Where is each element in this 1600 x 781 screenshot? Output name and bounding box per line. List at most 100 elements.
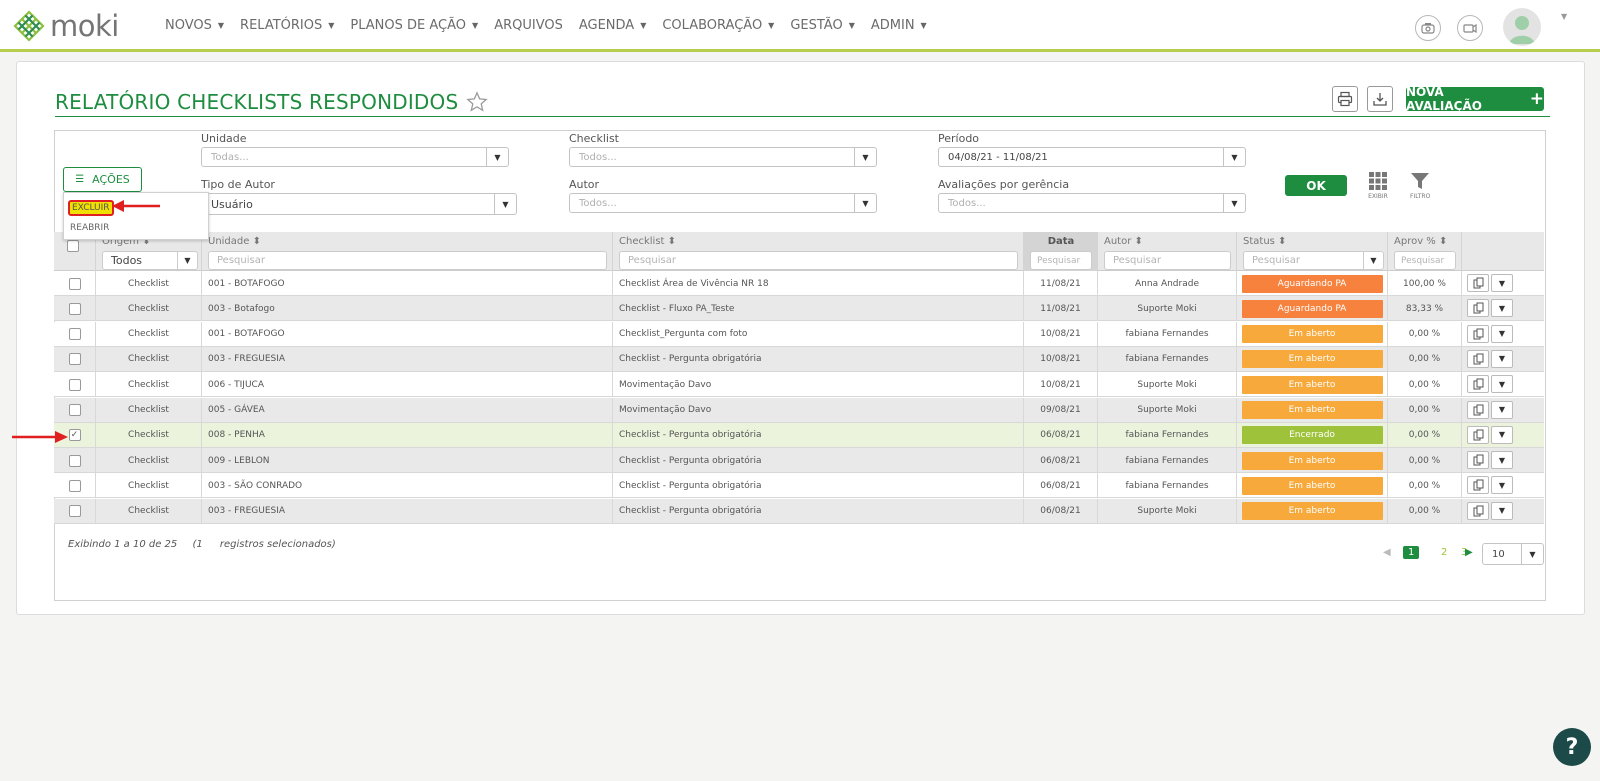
row-checkbox[interactable] [68,302,81,315]
row-menu-button[interactable]: ▼ [1491,425,1513,444]
row-menu-button[interactable]: ▼ [1491,400,1513,419]
print-button[interactable] [1332,86,1358,112]
star-icon[interactable] [466,91,489,113]
row-menu-button[interactable]: ▼ [1491,349,1513,368]
row-copy-button[interactable] [1467,425,1489,444]
row-checkbox[interactable]: ✓ [68,429,81,442]
row-menu-button[interactable]: ▼ [1491,274,1513,292]
status-cell: Em aberto [1237,473,1388,499]
unidade-filter-select[interactable]: Todas... ▼ [201,147,509,167]
row-actions-cell: ▼ [1462,398,1544,423]
table-row[interactable]: Checklist 009 - LEBLON Checklist - Pergunt… [54,448,1544,474]
checklist-filter-select[interactable]: Todos... ▼ [569,147,877,167]
prev-page-icon[interactable]: ◀ [1383,547,1391,558]
row-checkbox[interactable] [68,277,81,290]
autor-search-input[interactable]: Pesquisar [1104,251,1231,270]
row-copy-button[interactable] [1467,400,1489,419]
row-checkbox[interactable] [68,328,81,341]
user-avatar[interactable] [1503,8,1541,46]
checklist-search-input[interactable]: Pesquisar [619,251,1018,270]
nav-item-2[interactable]: PLANOS DE AÇÃO ▼ [350,18,478,33]
nav-item-7[interactable]: ADMIN ▼ [871,18,927,33]
nav-item-1[interactable]: RELATÓRIOS ▼ [240,18,334,33]
table-row[interactable]: Checklist 003 - Botafogo Checklist - Fluxo… [54,296,1544,322]
moki-logo[interactable]: moki [12,8,119,44]
row-copy-button[interactable] [1467,476,1489,495]
table-row[interactable]: Checklist 005 - GÁVEA Movimentação Davo 09/… [54,397,1544,423]
data-search-input[interactable]: Pesquisar [1030,251,1092,270]
nav-item-6[interactable]: GESTÃO ▼ [790,18,855,33]
nav-item-4[interactable]: AGENDA ▼ [579,18,647,33]
nav-item-5[interactable]: COLABORAÇÃO ▼ [662,18,774,33]
table-row[interactable]: Checklist 003 - SÃO CONRADO Checklist - Pe… [54,473,1544,499]
select-all-checkbox[interactable] [67,240,79,252]
status-header-label[interactable]: Status ⬍ [1243,236,1286,247]
user-menu-caret-icon[interactable]: ▼ [1561,12,1567,21]
nav-item-0[interactable]: NOVOS ▼ [165,18,224,33]
ok-button[interactable]: OK [1285,175,1347,196]
nova-avaliacao-button[interactable]: NOVA AVALIAÇÃO + [1406,85,1544,113]
reabrir-menu-item[interactable]: REABRIR [70,223,109,233]
row-menu-button[interactable]: ▼ [1491,299,1513,318]
row-checkbox[interactable] [68,505,81,518]
row-menu-button[interactable]: ▼ [1491,501,1513,520]
acoes-button[interactable]: ☰ AÇÕES [63,167,142,192]
row-checkbox[interactable] [68,479,81,492]
tipo-autor-filter-select[interactable]: Usuário ▼ [201,193,517,215]
row-copy-button[interactable] [1467,375,1489,394]
aprov-header-label[interactable]: Aprov % ⬍ [1394,236,1447,247]
table-row[interactable]: Checklist 001 - BOTAFOGO Checklist Área de… [54,271,1544,296]
row-copy-button[interactable] [1467,349,1489,368]
row-copy-button[interactable] [1467,501,1489,520]
help-button[interactable]: ? [1553,728,1591,766]
table-row[interactable]: Checklist 006 - TIJUCA Movimentação Davo 10… [54,372,1544,398]
row-copy-button[interactable] [1467,274,1489,292]
row-actions-cell: ▼ [1462,499,1544,524]
row-checkbox[interactable] [68,454,81,467]
status-badge: Em aberto [1241,325,1383,344]
row-copy-button[interactable] [1467,324,1489,343]
page-1-button[interactable]: 1 [1403,546,1420,559]
filtro-button[interactable]: FILTRO [1410,171,1430,200]
row-checkbox[interactable] [68,404,81,416]
row-menu-button[interactable]: ▼ [1491,451,1513,470]
aprov-cell: 0,00 % [1388,422,1462,448]
exibir-button[interactable]: EXIBIR [1368,171,1388,200]
row-copy-button[interactable] [1467,451,1489,470]
periodo-filter-select[interactable]: 04/08/21 - 11/08/21 ▼ [938,147,1246,167]
grid-icon [1369,172,1387,190]
excluir-menu-item[interactable]: EXCLUIR [68,200,114,216]
table-row[interactable]: Checklist 003 - FREGUESIA Checklist - Perg… [54,346,1544,372]
next-page-icon[interactable]: ▶ [1465,547,1473,558]
row-checkbox[interactable] [68,378,81,391]
status-select[interactable]: Pesquisar ▼ [1243,251,1384,270]
avaliacoes-filter-select[interactable]: Todos... ▼ [938,193,1246,213]
chevron-down-icon: ▼ [1498,329,1506,339]
checklist-header-label[interactable]: Checklist ⬍ [619,236,676,247]
row-menu-button[interactable]: ▼ [1491,476,1513,495]
top-navbar: moki NOVOS ▼ RELATÓRIOS ▼ PLANOS DE AÇÃO ▼ ARQ… [0,0,1600,52]
aprov-cell: 0,00 % [1388,448,1462,474]
page-size-select[interactable]: 10 ▼ [1482,543,1544,565]
video-button[interactable] [1457,15,1483,41]
table-row[interactable]: ✓ Checklist 008 - PENHA Checklist - Pergunt… [54,422,1544,448]
data-header-label[interactable]: Data [1024,236,1098,247]
table-row[interactable]: Checklist 001 - BOTAFOGO Checklist_Pergunt… [54,321,1544,347]
origem-select[interactable]: Todos ▼ [102,251,198,270]
unidade-cell: 001 - BOTAFOGO [202,271,613,296]
autor-filter-select[interactable]: Todos... ▼ [569,193,877,213]
download-button[interactable] [1367,86,1393,112]
row-checkbox[interactable] [68,353,81,366]
nav-item-3[interactable]: ARQUIVOS [494,18,563,33]
camera-button[interactable] [1415,15,1441,41]
unidade-header-label[interactable]: Unidade ⬍ [208,236,261,247]
row-menu-button[interactable]: ▼ [1491,375,1513,394]
table-row[interactable]: Checklist 003 - FREGUESIA Checklist - Perg… [54,498,1544,524]
aprov-search-input[interactable]: Pesquisar [1394,251,1456,270]
autor-header-label[interactable]: Autor ⬍ [1104,236,1143,247]
row-copy-button[interactable] [1467,299,1489,318]
nav-item-label: ARQUIVOS [494,17,563,33]
row-menu-button[interactable]: ▼ [1491,324,1513,343]
page-2-button[interactable]: 2 [1441,547,1447,558]
unidade-search-input[interactable]: Pesquisar [208,251,607,270]
